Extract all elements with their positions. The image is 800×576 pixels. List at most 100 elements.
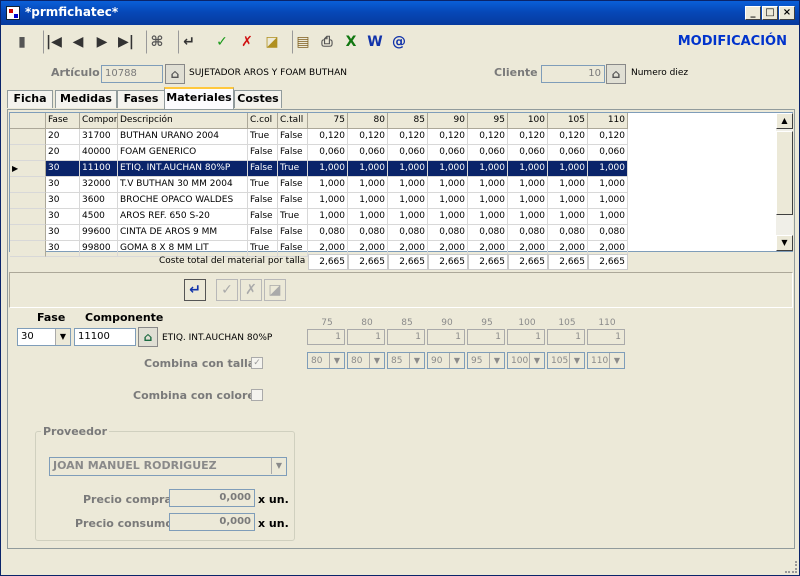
column-header[interactable]: 95 (468, 113, 508, 129)
cell-fase[interactable]: 20 (46, 129, 80, 145)
cell-size-value[interactable]: 1,000 (508, 209, 548, 225)
resize-grip-icon[interactable] (785, 561, 797, 573)
cell-descripcion[interactable]: BUTHAN URANO 2004 (118, 129, 248, 145)
cell-size-value[interactable]: 0,120 (308, 129, 348, 145)
cell-componente[interactable]: 3600 (80, 193, 118, 209)
copy-icon[interactable]: ▤ (292, 30, 314, 54)
articulo-field[interactable]: 10788 (101, 65, 163, 83)
cell-size-value[interactable]: 0,120 (548, 129, 588, 145)
cell-size-value[interactable]: 0,120 (388, 129, 428, 145)
accept-icon[interactable]: ✓ (211, 30, 233, 54)
cell-size-value[interactable]: 1,000 (428, 193, 468, 209)
cell-size-value[interactable]: 1,000 (588, 209, 628, 225)
cell-ctall[interactable]: True (278, 209, 308, 225)
cell-size-value[interactable]: 1,000 (548, 177, 588, 193)
size-qty-field[interactable]: 1 (587, 329, 625, 345)
cell-size-value[interactable]: 1,000 (308, 209, 348, 225)
grid-scrollbar[interactable]: ▲ ▼ (776, 113, 793, 251)
cliente-field[interactable]: 10 (541, 65, 605, 83)
cell-fase[interactable]: 30 (46, 193, 80, 209)
size-select[interactable]: 85 ▼ (387, 352, 425, 369)
articulo-search-icon[interactable]: ⌂ (165, 64, 185, 84)
cell-descripcion[interactable]: CINTA DE AROS 9 MM (118, 225, 248, 241)
cell-ctall[interactable]: False (278, 225, 308, 241)
chevron-down-icon[interactable]: ▼ (529, 353, 544, 368)
cell-size-value[interactable]: 0,120 (508, 129, 548, 145)
cancel-icon[interactable]: ✗ (236, 30, 258, 54)
cell-size-value[interactable]: 1,000 (548, 209, 588, 225)
chevron-down-icon[interactable]: ▼ (409, 353, 424, 368)
materials-grid[interactable]: ▲ ▼ Fase Compon Descripción C.col C.tall 75 80… (9, 112, 793, 257)
maximize-button[interactable]: □ (762, 6, 778, 20)
precio-compra-field[interactable]: 0,000 (169, 489, 255, 507)
chevron-down-icon[interactable]: ▼ (489, 353, 504, 368)
minimize-button[interactable]: _ (745, 6, 761, 20)
column-header[interactable]: C.tall (278, 113, 308, 129)
cell-size-value[interactable]: 1,000 (468, 209, 508, 225)
cell-size-value[interactable]: 1,000 (348, 161, 388, 177)
cell-size-value[interactable]: 0,080 (348, 225, 388, 241)
column-header[interactable]: 85 (388, 113, 428, 129)
edit-enter-icon[interactable]: ↵ (184, 279, 206, 301)
cell-size-value[interactable]: 0,120 (588, 129, 628, 145)
cell-fase[interactable]: 30 (46, 161, 80, 177)
cell-descripcion[interactable]: ETIQ. INT.AUCHAN 80%P (118, 161, 248, 177)
componente-search-icon[interactable]: ⌂ (138, 327, 158, 347)
excel-icon[interactable]: X (340, 30, 362, 54)
cell-ctall[interactable]: False (278, 193, 308, 209)
cell-size-value[interactable]: 0,060 (348, 145, 388, 161)
cell-size-value[interactable]: 1,000 (548, 193, 588, 209)
cell-ccol[interactable]: True (248, 177, 278, 193)
cell-descripcion[interactable]: AROS REF. 650 S-20 (118, 209, 248, 225)
cell-size-value[interactable]: 1,000 (308, 161, 348, 177)
size-select[interactable]: 80 ▼ (307, 352, 345, 369)
scroll-thumb[interactable] (776, 131, 793, 215)
cell-size-value[interactable]: 1,000 (468, 193, 508, 209)
cell-ccol[interactable]: False (248, 225, 278, 241)
cell-size-value[interactable]: 0,120 (468, 129, 508, 145)
cell-size-value[interactable]: 0,060 (388, 145, 428, 161)
cell-size-value[interactable]: 0,120 (428, 129, 468, 145)
cell-size-value[interactable]: 0,080 (588, 225, 628, 241)
row-selector[interactable] (10, 225, 46, 241)
row-selector[interactable] (10, 129, 46, 145)
column-header[interactable]: 75 (308, 113, 348, 129)
size-qty-field[interactable]: 1 (467, 329, 505, 345)
cell-fase[interactable]: 30 (46, 209, 80, 225)
print-icon[interactable]: ⎙ (316, 30, 338, 54)
cell-componente[interactable]: 11100 (80, 161, 118, 177)
precio-consumo-field[interactable]: 0,000 (169, 513, 255, 531)
cell-size-value[interactable]: 0,080 (428, 225, 468, 241)
row-selector[interactable] (10, 193, 46, 209)
cell-size-value[interactable]: 1,000 (308, 193, 348, 209)
tab-medidas[interactable]: Medidas (55, 90, 117, 108)
chevron-down-icon[interactable]: ▼ (329, 353, 344, 368)
size-select[interactable]: 100 ▼ (507, 352, 545, 369)
cell-ccol[interactable]: True (248, 129, 278, 145)
cell-componente[interactable]: 31700 (80, 129, 118, 145)
cell-size-value[interactable]: 1,000 (388, 209, 428, 225)
enter-icon[interactable]: ↵ (178, 30, 200, 54)
cell-size-value[interactable]: 1,000 (468, 177, 508, 193)
cell-descripcion[interactable]: T.V BUTHAN 30 MM 2004 (118, 177, 248, 193)
first-icon[interactable]: |◀ (43, 30, 65, 54)
last-icon[interactable]: ▶| (115, 30, 137, 54)
cell-ctall[interactable]: False (278, 145, 308, 161)
cell-fase[interactable]: 20 (46, 145, 80, 161)
word-icon[interactable]: W (364, 30, 386, 54)
cell-size-value[interactable]: 1,000 (428, 209, 468, 225)
chevron-down-icon[interactable]: ▼ (609, 353, 624, 368)
cell-componente[interactable]: 99800 (80, 241, 118, 257)
column-header[interactable]: C.col (248, 113, 278, 129)
column-header[interactable]: Compon (80, 113, 118, 129)
cell-size-value[interactable]: 1,000 (388, 193, 428, 209)
size-select[interactable]: 90 ▼ (427, 352, 465, 369)
row-selector[interactable] (10, 209, 46, 225)
cell-ctall[interactable]: False (278, 129, 308, 145)
chevron-down-icon[interactable]: ▼ (569, 353, 584, 368)
size-select[interactable]: 80 ▼ (347, 352, 385, 369)
cell-componente[interactable]: 4500 (80, 209, 118, 225)
cell-size-value[interactable]: 1,000 (588, 161, 628, 177)
combina-colores-checkbox[interactable] (251, 389, 263, 401)
cell-size-value[interactable]: 0,060 (548, 145, 588, 161)
